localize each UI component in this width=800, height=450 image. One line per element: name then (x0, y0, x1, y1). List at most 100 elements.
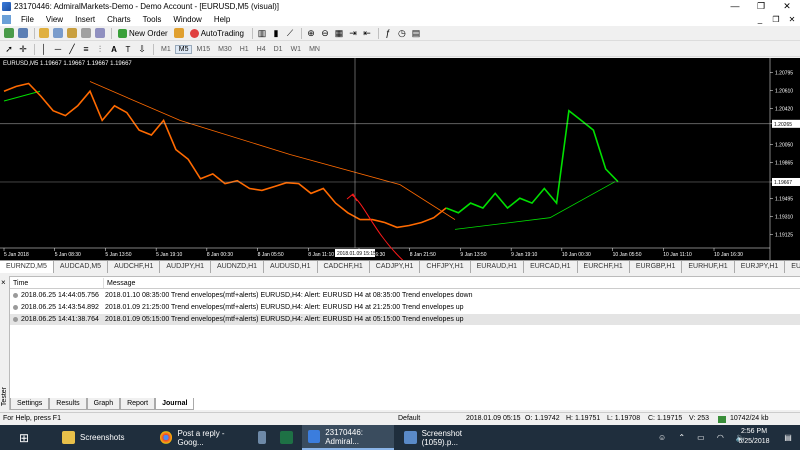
text-tool-icon[interactable]: A (108, 43, 120, 55)
indicators-button[interactable]: ƒ (382, 27, 394, 39)
timeframe-m1[interactable]: M1 (157, 45, 175, 54)
price-chart[interactable]: 1.20795 1.20610 1.20420 1.20265 1.20050 1.198… (0, 58, 800, 260)
start-button[interactable]: ⊞ (4, 425, 44, 450)
symbol-tab[interactable]: EURCHF,H1 (578, 261, 630, 273)
clock[interactable]: 2:56 PM 6/25/2018 (732, 427, 776, 447)
horizontal-line-icon[interactable]: ─ (52, 43, 64, 55)
tester-button[interactable] (94, 27, 106, 39)
text-label-icon[interactable]: T (122, 43, 134, 55)
symbol-tab[interactable]: EURHUF,H1 (682, 261, 735, 273)
journal-row[interactable]: 2018.06.25 14:43:54.892 2018.01.09 21:25… (10, 302, 800, 313)
fibonacci-icon[interactable]: ⫶ (94, 43, 106, 55)
close-button[interactable]: ✕ (774, 1, 800, 12)
channel-icon[interactable]: ≡ (80, 43, 92, 55)
menu-window[interactable]: Window (167, 15, 207, 24)
zoom-in-icon[interactable]: ⊕ (305, 27, 317, 39)
price-chart-svg[interactable]: 1.20795 1.20610 1.20420 1.20265 1.20050 1.198… (0, 58, 800, 260)
symbol-tab[interactable]: AUDCAD,M5 (54, 261, 109, 273)
symbol-tab[interactable]: CADJPY,H1 (370, 261, 421, 273)
symbol-tab[interactable]: EURJPY,H1 (735, 261, 786, 273)
log-message: 2018.01.09 21:25:00 Trend envelopes(mtf+… (105, 304, 464, 311)
timeframe-m30[interactable]: M30 (214, 45, 236, 54)
metaeditor-button[interactable] (173, 27, 185, 39)
navigator-button[interactable] (66, 27, 78, 39)
series-initial-up (3, 90, 41, 102)
terminal-button[interactable] (80, 27, 92, 39)
menu-insert[interactable]: Insert (69, 15, 101, 24)
timeframe-m5[interactable]: M5 (174, 44, 193, 54)
log-level-icon (13, 293, 18, 298)
crosshair-icon[interactable]: ✛ (17, 43, 29, 55)
timeframe-m15[interactable]: M15 (192, 45, 214, 54)
col-time-header[interactable]: Time (10, 278, 104, 288)
symbol-tab[interactable]: AUDJPY,H1 (160, 261, 211, 273)
symbol-tab[interactable]: EURAUD,H1 (471, 261, 525, 273)
menu-tools[interactable]: Tools (137, 15, 168, 24)
notifications-icon[interactable]: ▤ (780, 425, 796, 450)
time-tick-label: 5 Jan 08:30 (55, 252, 81, 258)
mdi-close-button[interactable]: ✕ (784, 15, 800, 24)
menu-charts[interactable]: Charts (101, 15, 137, 24)
profiles-button[interactable] (17, 27, 29, 39)
vertical-line-icon[interactable]: │ (38, 43, 50, 55)
timeframe-d1[interactable]: D1 (270, 45, 287, 54)
line-chart-button[interactable]: ⟋ (284, 27, 296, 39)
symbol-tab[interactable]: EURGBP,H1 (630, 261, 683, 273)
time-tick-label: 5 Jan 19:10 (156, 252, 182, 258)
periods-button[interactable]: ◷ (396, 27, 408, 39)
zoom-out-icon[interactable]: ⊖ (319, 27, 331, 39)
tab-settings[interactable]: Settings (10, 398, 50, 410)
autotrading-button[interactable]: AutoTrading (187, 27, 247, 39)
symbol-tab[interactable]: AUDUSD,H1 (264, 261, 318, 273)
timeframe-mn[interactable]: MN (305, 45, 324, 54)
mdi-minimize-button[interactable]: _ (752, 15, 768, 24)
journal-row[interactable]: 2018.06.25 14:44:05.756 2018.01.10 08:35… (10, 290, 800, 301)
chart-window-icon[interactable] (2, 15, 11, 24)
taskbar-pinned[interactable] (252, 425, 272, 450)
tab-journal[interactable]: Journal (155, 398, 195, 410)
new-order-button[interactable]: New Order (115, 27, 171, 39)
tab-results[interactable]: Results (49, 398, 87, 410)
templates-button[interactable]: ▤ (410, 27, 422, 39)
taskbar-item[interactable]: Screenshots (56, 425, 152, 450)
taskbar-item[interactable]: Post a reply - Goog... (154, 425, 250, 450)
symbol-tab[interactable]: EURNZD,M5 (0, 261, 54, 273)
cursor-icon[interactable]: ➚ (3, 43, 15, 55)
symbol-tab[interactable]: CADCHF,H1 (318, 261, 370, 273)
timeframe-h1[interactable]: H1 (236, 45, 253, 54)
restore-button[interactable]: ❐ (748, 1, 774, 12)
market-watch-button[interactable] (38, 27, 50, 39)
arrows-icon[interactable]: ⇩ (136, 43, 148, 55)
symbol-tab[interactable]: EURN (785, 261, 800, 273)
mdi-restore-button[interactable]: ❐ (768, 15, 784, 24)
bar-chart-button[interactable]: ▥ (256, 27, 268, 39)
autoscroll-button[interactable]: ⇥ (347, 27, 359, 39)
taskbar-pinned[interactable] (276, 425, 296, 450)
timeframe-w1[interactable]: W1 (287, 45, 306, 54)
col-message-header[interactable]: Message (104, 278, 135, 288)
symbol-tab[interactable]: EURCAD,H1 (524, 261, 578, 273)
log-message: 2018.01.10 08:35:00 Trend envelopes(mtf+… (105, 292, 473, 299)
close-panel-icon[interactable]: × (1, 278, 6, 287)
tile-windows-button[interactable]: ▦ (333, 27, 345, 39)
journal-row[interactable]: 2018.06.25 14:41:38.764 2018.01.09 05:15… (10, 314, 800, 325)
minimize-button[interactable]: — (722, 1, 748, 12)
symbol-tab[interactable]: AUDCHF,H1 (108, 261, 161, 273)
data-window-button[interactable] (52, 27, 64, 39)
taskbar-item[interactable]: Screenshot (1059).p... (398, 425, 498, 450)
candlestick-button[interactable]: ▮ (270, 27, 282, 39)
tab-report[interactable]: Report (120, 398, 156, 410)
taskbar-item[interactable]: 23170446: Admiral... (302, 425, 394, 450)
chart-shift-button[interactable]: ⇤ (361, 27, 373, 39)
menu-bar: File View Insert Charts Tools Window Hel… (0, 13, 800, 26)
new-chart-button[interactable] (3, 27, 15, 39)
trendline-icon[interactable]: ╱ (66, 43, 78, 55)
symbol-tab[interactable]: AUDNZD,H1 (211, 261, 265, 273)
timeframe-h4[interactable]: H4 (253, 45, 270, 54)
taskbar: ⊞ Screenshots Post a reply - Goog... 231… (0, 425, 800, 450)
menu-help[interactable]: Help (208, 15, 236, 24)
tab-graph[interactable]: Graph (86, 398, 121, 410)
symbol-tab[interactable]: CHFJPY,H1 (420, 261, 471, 273)
menu-file[interactable]: File (15, 15, 40, 24)
menu-view[interactable]: View (40, 15, 69, 24)
